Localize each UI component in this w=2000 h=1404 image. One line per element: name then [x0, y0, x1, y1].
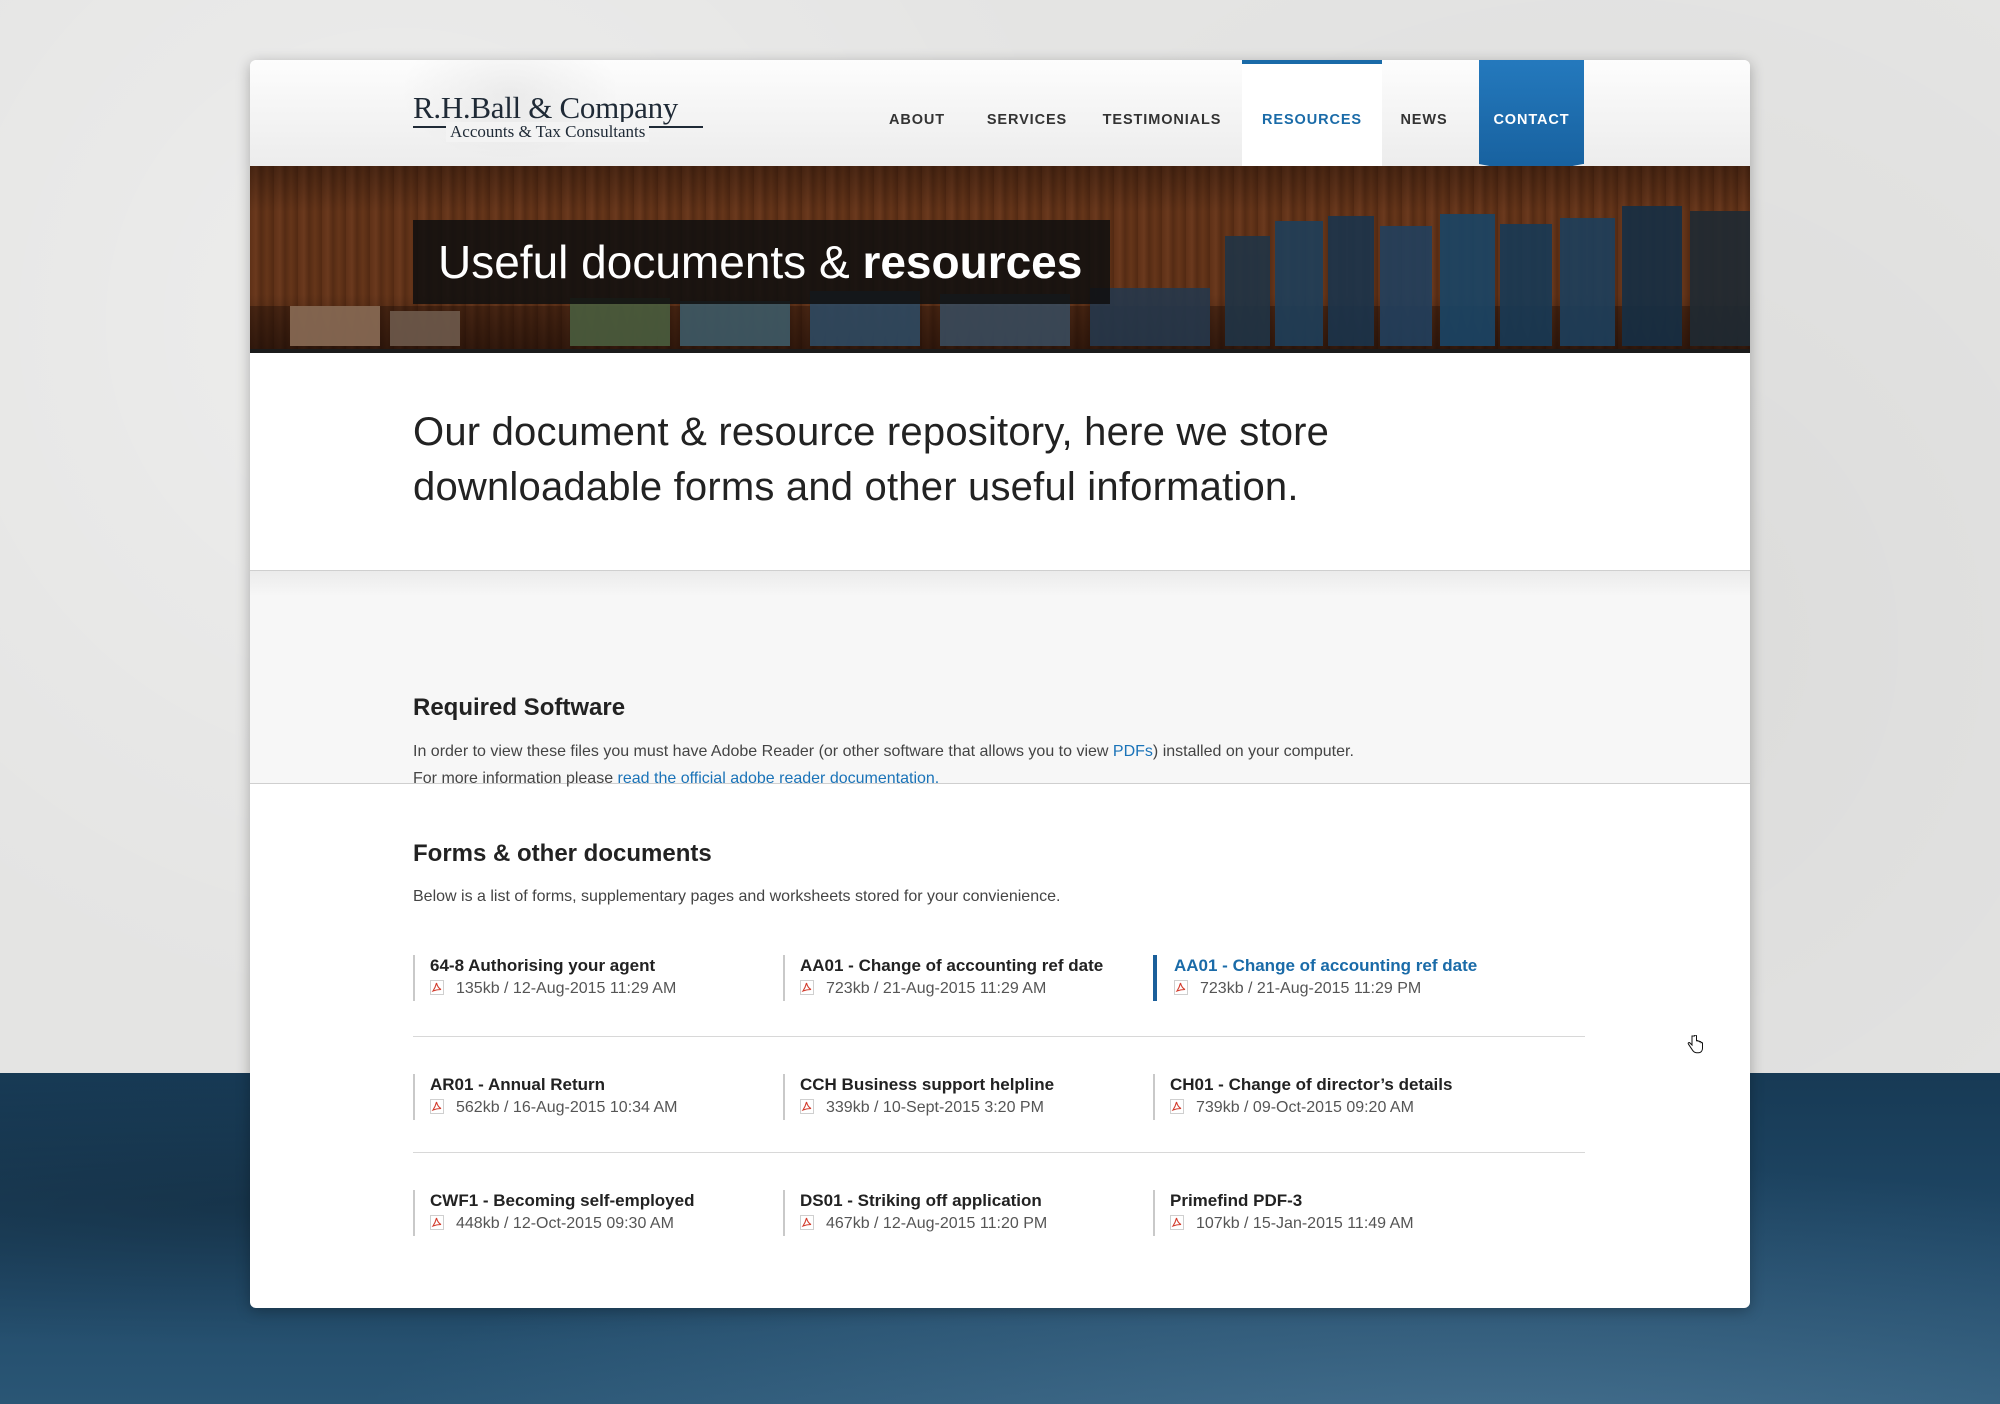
adobe-docs-link[interactable]: read the official adobe reader documenta…	[618, 770, 940, 787]
banner-title: Useful documents & resources	[413, 220, 1111, 304]
pdf-icon	[1170, 1215, 1184, 1230]
content-card: R.H.Ball & Company Accounts & Tax Consul…	[250, 60, 1750, 1308]
document-title[interactable]: AA01 - Change of accounting ref date	[1174, 955, 1534, 977]
software-text: In order to view these files you must ha…	[413, 738, 1613, 792]
document-item[interactable]: AA01 - Change of accounting ref date 723k…	[783, 955, 1160, 1001]
software-title: Required Software	[413, 694, 626, 721]
intro-text: Our document & resource repository, here…	[413, 410, 1330, 509]
document-meta-text: 448kb / 12-Oct-2015 09:30 AM	[456, 1215, 674, 1232]
hand-pointer-icon	[1687, 1035, 1703, 1054]
forms-subtitle: Below is a list of forms, supplementary …	[413, 888, 1061, 905]
nav-testimonials[interactable]: TESTIMONIALS	[1087, 60, 1237, 166]
document-meta: 448kb / 12-Oct-2015 09:30 AM	[430, 1212, 790, 1236]
document-meta: 135kb / 12-Aug-2015 11:29 AM	[430, 977, 790, 1001]
banner-title-bold: resources	[862, 236, 1083, 288]
document-meta-text: 723kb / 21-Aug-2015 11:29 AM	[826, 980, 1047, 997]
document-meta: 467kb / 12-Aug-2015 11:20 PM	[800, 1212, 1160, 1236]
document-title[interactable]: CH01 - Change of director’s details	[1170, 1074, 1530, 1096]
nav-news[interactable]: NEWS	[1382, 60, 1466, 166]
document-meta: 339kb / 10-Sept-2015 3:20 PM	[800, 1096, 1160, 1120]
pdf-icon	[1174, 980, 1188, 995]
document-item[interactable]: CCH Business support helpline 339kb / 10-…	[783, 1074, 1160, 1120]
document-meta-text: 135kb / 12-Aug-2015 11:29 AM	[456, 980, 677, 997]
pdf-icon	[1170, 1099, 1184, 1114]
document-meta-text: 467kb / 12-Aug-2015 11:20 PM	[826, 1215, 1048, 1232]
row-divider	[413, 1152, 1585, 1153]
document-meta-text: 562kb / 16-Aug-2015 10:34 AM	[456, 1099, 678, 1116]
hero-banner: Useful documents & resources	[250, 166, 1750, 353]
document-title[interactable]: CCH Business support helpline	[800, 1074, 1160, 1096]
forms-title: Forms & other documents	[413, 840, 712, 867]
document-meta: 107kb / 15-Jan-2015 11:49 AM	[1170, 1212, 1530, 1236]
pdf-icon	[430, 1215, 444, 1230]
document-title[interactable]: AR01 - Annual Return	[430, 1074, 790, 1096]
document-item[interactable]: CWF1 - Becoming self-employed 448kb / 12-…	[413, 1190, 790, 1236]
nav-contact[interactable]: CONTACT	[1479, 60, 1584, 164]
row-divider	[413, 1036, 1585, 1037]
logo-tagline: Accounts & Tax Consultants	[446, 122, 650, 142]
document-meta: 739kb / 09-Oct-2015 09:20 AM	[1170, 1096, 1530, 1120]
document-item[interactable]: DS01 - Striking off application 467kb / 1…	[783, 1190, 1160, 1236]
software-line1-end: ) installed on your computer.	[1152, 743, 1354, 760]
site-header: R.H.Ball & Company Accounts & Tax Consul…	[250, 60, 1750, 174]
document-meta-text: 723kb / 21-Aug-2015 11:29 PM	[1200, 980, 1422, 997]
banner-title-light: Useful documents &	[438, 236, 850, 288]
document-item[interactable]: 64-8 Authorising your agent 135kb / 12-Au…	[413, 955, 790, 1001]
pdf-icon	[800, 1099, 814, 1114]
document-item[interactable]: AR01 - Annual Return 562kb / 16-Aug-2015 …	[413, 1074, 790, 1120]
document-meta-text: 739kb / 09-Oct-2015 09:20 AM	[1196, 1099, 1414, 1116]
pdfs-link[interactable]: PDFs	[1113, 743, 1153, 760]
document-item[interactable]: Primefind PDF-3 107kb / 15-Jan-2015 11:49…	[1153, 1190, 1530, 1236]
document-title[interactable]: CWF1 - Becoming self-employed	[430, 1190, 790, 1212]
nav-services[interactable]: SERVICES	[967, 60, 1087, 166]
document-title[interactable]: 64-8 Authorising your agent	[430, 955, 790, 977]
document-meta: 723kb / 21-Aug-2015 11:29 PM	[1174, 977, 1534, 1001]
software-line1-start: In order to view these files you must ha…	[413, 743, 1113, 760]
document-title[interactable]: DS01 - Striking off application	[800, 1190, 1160, 1212]
document-meta: 723kb / 21-Aug-2015 11:29 AM	[800, 977, 1160, 1001]
logo[interactable]: R.H.Ball & Company Accounts & Tax Consul…	[413, 90, 713, 144]
document-meta-text: 339kb / 10-Sept-2015 3:20 PM	[826, 1099, 1044, 1116]
software-line2-start: For more information please	[413, 770, 618, 787]
document-item[interactable]: AA01 - Change of accounting ref date 723k…	[1153, 955, 1534, 1001]
document-meta-text: 107kb / 15-Jan-2015 11:49 AM	[1196, 1215, 1414, 1232]
nav-about[interactable]: ABOUT	[867, 60, 967, 166]
document-item[interactable]: CH01 - Change of director’s details 739kb…	[1153, 1074, 1530, 1120]
pdf-icon	[430, 980, 444, 995]
document-meta: 562kb / 16-Aug-2015 10:34 AM	[430, 1096, 790, 1120]
document-title[interactable]: Primefind PDF-3	[1170, 1190, 1530, 1212]
pdf-icon	[800, 980, 814, 995]
pdf-icon	[430, 1099, 444, 1114]
document-title[interactable]: AA01 - Change of accounting ref date	[800, 955, 1160, 977]
nav-resources[interactable]: RESOURCES	[1242, 60, 1382, 166]
logo-name: R.H.Ball & Company	[413, 90, 678, 125]
pdf-icon	[800, 1215, 814, 1230]
